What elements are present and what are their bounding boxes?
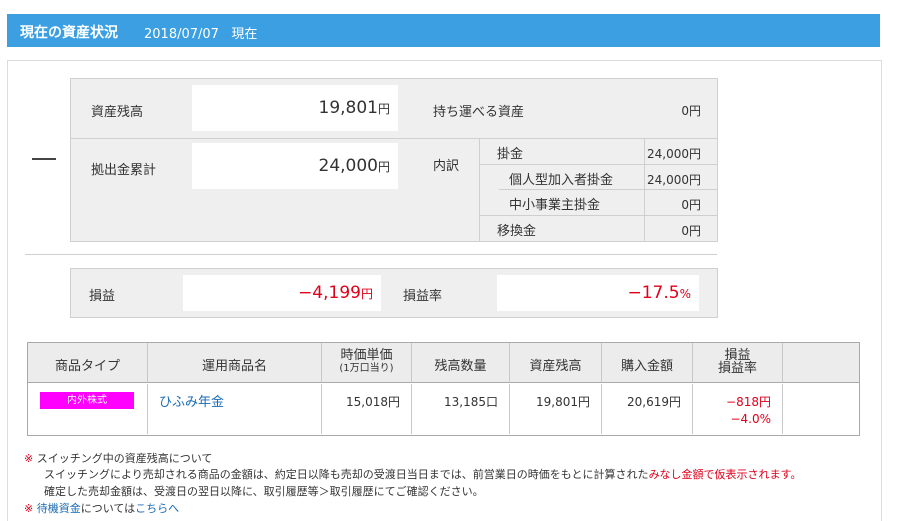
column-header-balance: 資産残高	[510, 343, 602, 383]
holdings-table: 商品タイプ 運用商品名 時価単価 (1万口当り) 残高数量 資産残高 購入金額 損…	[27, 342, 860, 436]
cell-qty: 13,185口	[412, 384, 510, 434]
profit-number: −4,199	[298, 283, 361, 303]
profit-cell-value: −818円	[726, 395, 771, 409]
profit-rate-number: −17.5	[627, 283, 680, 303]
header-text: 資産残高	[529, 359, 582, 374]
divider	[479, 138, 480, 241]
divider	[417, 138, 717, 139]
header-text: 商品タイプ	[54, 359, 120, 374]
header-text: 購入金額	[620, 359, 673, 374]
contribution-box: 24,000円	[192, 143, 398, 189]
asset-balance-label: 資産残高	[91, 105, 144, 120]
contribution-value: 24,000円	[319, 156, 391, 176]
breakdown-item-value: 0円	[681, 224, 701, 238]
cell-profit: −818円 −4.0%	[693, 384, 783, 434]
cell-purchase: 20,619円	[602, 384, 693, 434]
asset-balance-box: 19,801円	[192, 85, 398, 131]
note-switching-confirm: 確定した売却金額は、受渡日の翌日以降に、取引履歴等＞取引履歴にてご確認ください。	[44, 483, 484, 499]
contribution-label: 拠出金累計	[91, 163, 157, 178]
profit-rate-cell-value: −4.0%	[730, 412, 771, 426]
cell-type: 内外株式	[28, 384, 148, 434]
note-mark: ※	[24, 452, 34, 465]
column-header-price: 時価単価 (1万口当り)	[322, 343, 412, 383]
yen-unit: 円	[360, 287, 373, 301]
profit-rate-value: −17.5%	[627, 283, 691, 303]
note-text: スイッチング中の資産残高について	[36, 452, 213, 465]
yen-unit: 円	[377, 160, 390, 174]
header-text: 時価単価	[340, 348, 393, 363]
date-suffix: 現在	[231, 27, 258, 42]
breakdown-item-label: 中小事業主掛金	[509, 198, 601, 213]
breakdown-item-label: 移換金	[497, 224, 537, 239]
divider	[479, 215, 717, 216]
column-header-type: 商品タイプ	[28, 343, 148, 383]
profit-rate-label: 損益率	[403, 289, 443, 304]
cell-value: 20,619円	[627, 395, 681, 409]
column-header-name: 運用商品名	[148, 343, 322, 383]
portable-label: 持ち運べる資産	[433, 105, 525, 120]
breakdown-item-value: 24,000円	[647, 173, 701, 187]
cell-name: ひふみ年金	[148, 384, 322, 434]
breakdown-label: 内訳	[433, 159, 460, 174]
column-header-profit: 損益 損益率	[693, 343, 783, 383]
as-of-date: 2018/07/07 現在	[144, 23, 257, 42]
column-header-empty	[783, 343, 859, 383]
column-header-purchase: 購入金額	[602, 343, 693, 383]
contribution-number: 24,000	[318, 156, 378, 176]
cell-price: 15,018円	[322, 384, 412, 434]
breakdown-item-label: 掛金	[497, 147, 524, 162]
note-standby-funds: ※ 待機資金についてはこちらへ	[24, 500, 179, 516]
section-header: 現在の資産状況 2018/07/07 現在	[7, 14, 880, 47]
breakdown-item-value: 24,000円	[647, 147, 701, 161]
note-text: スイッチングにより売却される商品の金額は、約定日以降も売却の受渡日当日までは、前…	[44, 468, 649, 481]
cell-balance: 19,801円	[510, 384, 602, 434]
percent-unit: %	[679, 287, 691, 301]
note-text: については	[80, 502, 136, 515]
asset-balance-number: 19,801	[318, 98, 378, 118]
type-badge: 内外株式	[40, 392, 134, 409]
note-switching-title: ※ スイッチング中の資産残高について	[24, 450, 212, 466]
portable-value: 0円	[681, 104, 701, 118]
breakdown-item-value: 0円	[681, 198, 701, 212]
header-text: 運用商品名	[201, 359, 267, 374]
fund-name-link[interactable]: ひふみ年金	[159, 391, 224, 410]
cell-empty	[783, 384, 859, 434]
date-value: 2018/07/07	[144, 27, 219, 42]
here-link[interactable]: こちらへ	[135, 502, 179, 515]
note-mark: ※	[24, 502, 34, 515]
profit-label: 損益	[89, 289, 116, 304]
divider	[499, 189, 717, 190]
separator	[25, 254, 717, 255]
portable-assets-box: 持ち運べる資産 0円 内訳 掛金 24,000円 個人型加入者掛金 24,000…	[417, 78, 718, 242]
section-title: 現在の資産状況	[20, 25, 118, 41]
column-header-qty: 残高数量	[412, 343, 510, 383]
cell-value: 13,185口	[444, 395, 498, 409]
balance-summary: 資産残高 19,801円 拠出金累計 24,000円	[70, 78, 418, 242]
divider	[479, 164, 717, 165]
profit-value: −4,199円	[298, 283, 373, 303]
profit-box: −4,199円	[183, 275, 381, 311]
standby-funds-link[interactable]: 待機資金	[37, 502, 81, 515]
cell-value: 19,801円	[536, 395, 590, 409]
profit-rate-box: −17.5%	[497, 275, 699, 311]
note-text: 確定した売却金額は、受渡日の翌日以降に、取引履歴等＞取引履歴にてご確認ください。	[44, 485, 484, 498]
note-switching-body: スイッチングにより売却される商品の金額は、約定日以降も売却の受渡日当日までは、前…	[44, 466, 801, 482]
header-text: 残高数量	[434, 359, 487, 374]
yen-unit: 円	[377, 102, 390, 116]
header-text: 損益率	[717, 361, 757, 376]
note-highlight: みなし金額で仮表示されます。	[648, 468, 802, 481]
divider	[71, 138, 417, 139]
cell-value: 15,018円	[346, 395, 400, 409]
asset-balance-value: 19,801円	[319, 98, 391, 118]
profit-summary: 損益 −4,199円 損益率 −17.5%	[70, 268, 718, 318]
minus-icon	[32, 158, 56, 160]
header-subtext: (1万口当り)	[339, 363, 394, 374]
breakdown-item-label: 個人型加入者掛金	[509, 173, 614, 188]
